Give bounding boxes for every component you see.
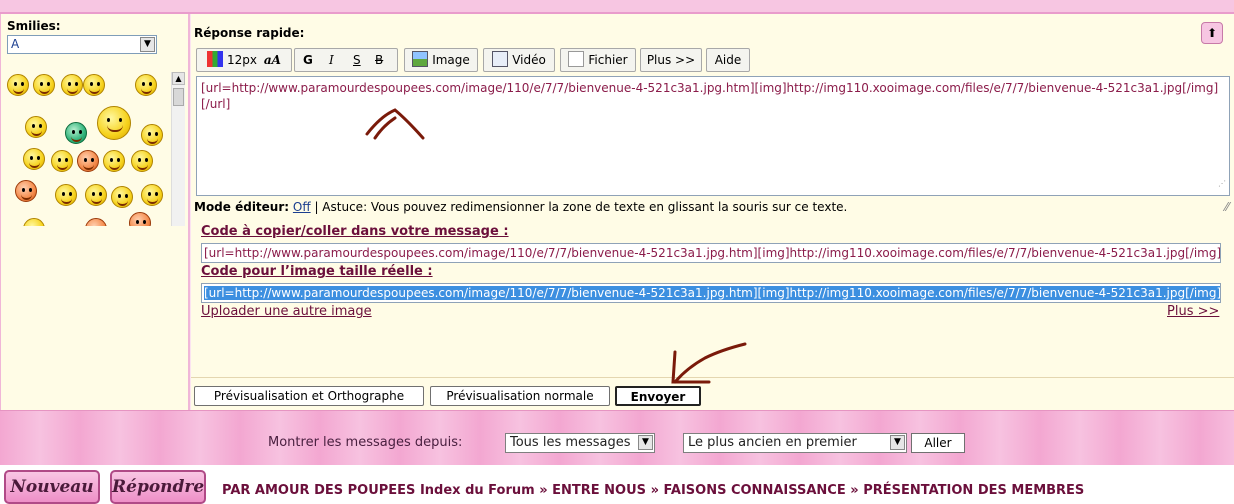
file-label: Fichier [588,53,628,67]
scroll-up-icon[interactable]: ▲ [172,72,185,85]
breadcrumb-separator: » [539,483,548,498]
text-style-group: G I S B [294,48,398,72]
smiley-icon[interactable] [103,150,125,172]
image-label: Image [432,53,470,67]
smiley-icon[interactable] [33,74,55,96]
breadcrumb-category[interactable]: ENTRE NOUS [552,483,646,498]
smiley-icon[interactable] [61,74,83,96]
annotation-arrow-down [671,342,747,384]
smiley-icon[interactable] [85,184,107,206]
breadcrumb: PAR AMOUR DES POUPEES Index du Forum » E… [222,483,1084,498]
video-button[interactable]: Vidéo [483,48,555,72]
smilies-category-value: A [11,37,20,51]
quick-reply-panel: Réponse rapide: ⬆ 12px aA G I S B Image … [191,14,1234,410]
smiley-icon[interactable] [141,124,163,146]
full-size-code-field[interactable]: [url=http://www.paramourdespoupees.com/i… [201,283,1221,303]
smiley-icon[interactable] [97,106,131,140]
smilies-panel: Smilies: A ▼ ▲ [0,14,190,410]
resize-grip-icon[interactable]: ⋰ [1218,176,1226,192]
file-icon [568,51,585,67]
top-strip [0,0,1234,14]
smiley-icon[interactable] [23,218,45,226]
reply-button[interactable]: Répondre [110,470,206,504]
italic-button[interactable]: I [329,49,334,71]
case-label: aA [263,53,281,67]
smiley-icon[interactable] [23,148,45,170]
smiley-icon[interactable] [15,180,37,202]
text-color-icon [207,51,224,67]
editor-mode-label: Mode éditeur: [194,200,290,214]
editor-tip: | Astuce: Vous pouvez redimensionner la … [314,200,848,214]
file-button[interactable]: Fichier [560,48,636,72]
annotation-arrow-up [365,108,425,140]
font-size-button[interactable]: 12px aA [196,48,292,72]
smiley-icon[interactable] [65,122,87,144]
smilies-title: Smilies: [7,19,61,33]
strike-button[interactable]: B [375,49,383,71]
smilies-category-select[interactable]: A ▼ [7,35,157,54]
smiley-icon[interactable] [25,116,47,138]
smiley-icon[interactable] [85,218,107,226]
order-value: Le plus ancien en premier [688,435,857,450]
chevron-down-icon[interactable]: ▼ [890,435,905,450]
smiley-icon[interactable] [55,184,77,206]
underline-button[interactable]: S [353,49,361,71]
more-options-link[interactable]: Plus >> [1167,304,1219,319]
smilies-grid [7,58,185,226]
quick-reply-title: Réponse rapide: [194,26,305,40]
filter-label: Montrer les messages depuis: [268,435,463,450]
preview-button[interactable]: Prévisualisation normale [430,386,610,406]
more-button[interactable]: Plus >> [640,48,702,72]
chevron-down-icon[interactable]: ▼ [638,435,653,450]
editor-mode-toggle[interactable]: Off [293,200,311,214]
since-select[interactable]: Tous les messages ▼ [505,433,655,453]
new-topic-button[interactable]: Nouveau [4,470,100,504]
order-select[interactable]: Le plus ancien en premier ▼ [683,433,907,453]
image-icon [412,51,429,67]
breadcrumb-index[interactable]: PAR AMOUR DES POUPEES Index du Forum [222,483,535,498]
full-size-code-label: Code pour l’image taille réelle : [201,264,433,279]
smiley-icon[interactable] [51,150,73,172]
go-button[interactable]: Aller [911,433,965,453]
editor-mode-line: Mode éditeur: Off | Astuce: Vous pouvez … [194,200,847,214]
video-icon [492,51,509,67]
full-size-code-value: [url=http://www.paramourdespoupees.com/i… [204,286,1220,300]
copy-code-label: Code à copier/coller dans votre message … [201,224,509,239]
smiley-icon[interactable] [111,186,133,208]
breadcrumb-subforum[interactable]: PRÉSENTATION DES MEMBRES [863,483,1084,498]
smiley-icon[interactable] [77,150,99,172]
breadcrumb-separator: » [650,483,659,498]
video-label: Vidéo [512,53,546,67]
message-filter-bar: Montrer les messages depuis: Tous les me… [0,410,1234,465]
scroll-top-button[interactable]: ⬆ [1201,22,1223,44]
bold-button[interactable]: G [303,49,313,71]
textarea-resize-icon[interactable]: ⁄⁄ [1225,200,1229,214]
smiley-icon[interactable] [7,74,29,96]
breadcrumb-separator: » [850,483,859,498]
arrow-up-icon: ⬆ [1206,26,1218,40]
smiley-icon[interactable] [135,74,157,96]
breadcrumb-forum[interactable]: FAISONS CONNAISSANCE [664,483,846,498]
smilies-scrollbar[interactable]: ▲ [171,72,185,226]
preview-spell-button[interactable]: Prévisualisation et Orthographe [194,386,424,406]
message-text: [url=http://www.paramourdespoupees.com/i… [201,81,1219,111]
since-value: Tous les messages [510,435,631,450]
scroll-thumb[interactable] [173,88,184,106]
image-button[interactable]: Image [404,48,478,72]
font-size-label: 12px [227,53,258,67]
message-textarea[interactable]: [url=http://www.paramourdespoupees.com/i… [196,76,1230,196]
smiley-icon[interactable] [129,212,151,226]
footer: Nouveau Répondre PAR AMOUR DES POUPEES I… [0,465,1234,504]
copy-code-value: [url=http://www.paramourdespoupees.com/i… [204,246,1221,260]
smiley-icon[interactable] [131,150,153,172]
smiley-icon[interactable] [141,184,163,206]
chevron-down-icon[interactable]: ▼ [140,37,155,52]
help-button[interactable]: Aide [706,48,750,72]
smiley-icon[interactable] [83,74,105,96]
upload-another-link[interactable]: Uploader une autre image [201,304,372,319]
copy-code-field[interactable]: [url=http://www.paramourdespoupees.com/i… [201,243,1221,263]
